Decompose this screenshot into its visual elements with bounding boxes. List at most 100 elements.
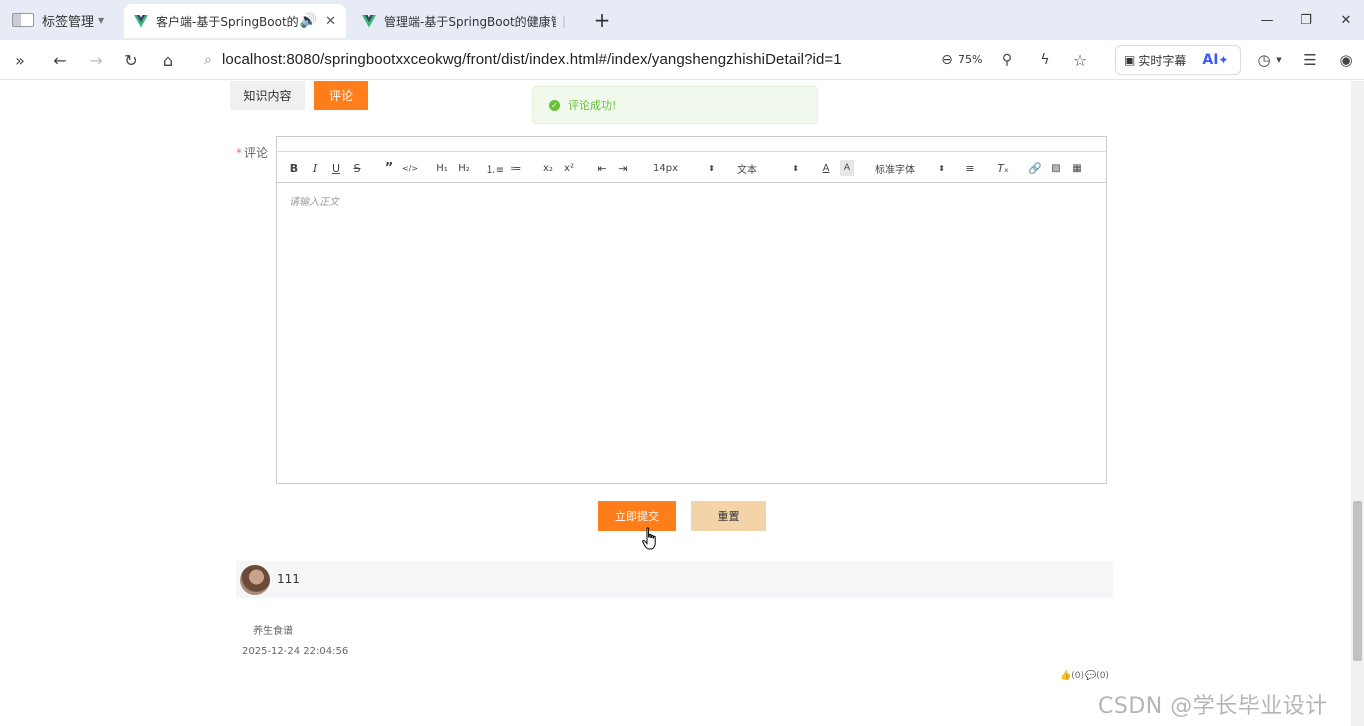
submit-button[interactable]: 立即提交 bbox=[598, 501, 676, 531]
tab-label: 评论 bbox=[328, 89, 353, 103]
bold-icon[interactable]: B bbox=[287, 160, 301, 176]
caption-label: 实时字幕 bbox=[1138, 53, 1187, 68]
browser-toolbar: » ← → ↻ ⌂ ⌕ localhost:8080/springbootxxc… bbox=[0, 40, 1364, 80]
tab-knowledge-content[interactable]: 知识内容 bbox=[230, 81, 305, 110]
ordered-list-icon[interactable]: ⒈≡ bbox=[486, 160, 504, 176]
vue-logo-icon bbox=[362, 14, 376, 27]
background-color-icon[interactable]: A bbox=[840, 160, 854, 176]
h2-icon[interactable]: H₂ bbox=[456, 160, 472, 176]
code-block-icon[interactable]: </> bbox=[402, 160, 418, 176]
search-icon: ⌕ bbox=[204, 52, 212, 68]
reply-count: (0) bbox=[1096, 671, 1109, 681]
paragraph-value: 文本 bbox=[737, 164, 757, 176]
select-arrow-icon: ⬍ bbox=[792, 163, 799, 173]
subscript-icon[interactable]: x₂ bbox=[541, 160, 555, 176]
italic-icon[interactable]: I bbox=[308, 160, 322, 176]
new-tab-button[interactable]: + bbox=[592, 8, 612, 32]
star-icon[interactable]: ☆ bbox=[1069, 49, 1091, 71]
link-icon[interactable]: 🔗 bbox=[1028, 160, 1042, 176]
paragraph-select[interactable]: 文本 ⬍ bbox=[737, 160, 799, 176]
reload-icon[interactable]: ↻ bbox=[120, 49, 142, 71]
comment-item: 111 bbox=[236, 561, 1113, 598]
thumbs-up-icon[interactable]: 👍 bbox=[1060, 671, 1071, 681]
select-arrow-icon: ⬍ bbox=[938, 163, 945, 173]
scroll-thumb[interactable] bbox=[1353, 501, 1362, 661]
reading-list-icon[interactable]: ☰ bbox=[1299, 49, 1321, 71]
zoom-out-icon[interactable]: ⊖ bbox=[936, 49, 958, 71]
speaker-icon[interactable]: 🔊 bbox=[300, 13, 317, 29]
check-circle-icon: ✓ bbox=[549, 99, 560, 111]
lightning-icon[interactable]: ϟ bbox=[1034, 49, 1056, 71]
hand-cursor-icon bbox=[642, 527, 656, 550]
font-size-value: 14px bbox=[653, 162, 678, 174]
tab-label: 知识内容 bbox=[243, 89, 292, 103]
tab-title: 管理端-基于SpringBoot的健康管 bbox=[384, 14, 556, 29]
video-icon[interactable]: ▦ bbox=[1070, 160, 1084, 176]
scrollbar[interactable] bbox=[1351, 81, 1364, 726]
image-icon[interactable]: ▨ bbox=[1049, 160, 1063, 176]
avatar bbox=[240, 565, 270, 595]
editor-placeholder: 请输入正文 bbox=[289, 197, 339, 208]
rich-text-editor: B I U S ” </> H₁ H₂ ⒈≡ ≔ x₂ x² ⇤ ⇥ 14px … bbox=[276, 136, 1107, 484]
font-family-select[interactable]: 标准字体 ⬍ bbox=[875, 160, 945, 176]
comment-stats: 👍 (0) 💬 (0) bbox=[1060, 671, 1109, 681]
browser-tab-client[interactable]: 客户端-基于SpringBoot的 🔊 ✕ bbox=[124, 4, 346, 38]
h1-icon[interactable]: H₁ bbox=[434, 160, 450, 176]
zoom-level[interactable]: 75% bbox=[958, 53, 982, 66]
close-tab-icon[interactable]: ✕ bbox=[325, 14, 336, 29]
comment-category: 养生食谱 bbox=[253, 626, 293, 637]
sparkle-icon: ✦ bbox=[1218, 53, 1229, 67]
chevron-down-icon[interactable]: ▼ bbox=[1268, 49, 1290, 71]
toast-message: 评论成功! bbox=[568, 99, 617, 112]
blockquote-icon[interactable]: ” bbox=[382, 160, 396, 176]
editor-toolbar: B I U S ” </> H₁ H₂ ⒈≡ ≔ x₂ x² ⇤ ⇥ 14px … bbox=[277, 152, 1106, 183]
browser-tab-admin[interactable]: 管理端-基于SpringBoot的健康管 | bbox=[352, 4, 576, 38]
superscript-icon[interactable]: x² bbox=[562, 160, 576, 176]
reply-icon[interactable]: 💬 bbox=[1085, 671, 1096, 681]
comment-text: 111 bbox=[277, 572, 300, 586]
font-family-value: 标准字体 bbox=[875, 164, 915, 176]
like-count: (0) bbox=[1071, 671, 1084, 681]
tab-group-button[interactable]: 标签管理 ▼ bbox=[4, 6, 112, 34]
extension-icon[interactable]: ◉ bbox=[1335, 49, 1357, 71]
bullet-list-icon[interactable]: ≔ bbox=[509, 160, 523, 176]
caption-icon: ▣ bbox=[1124, 53, 1136, 67]
select-arrow-icon: ⬍ bbox=[708, 163, 715, 173]
reset-label: 重置 bbox=[717, 510, 740, 523]
ai-label[interactable]: AI bbox=[1202, 52, 1218, 68]
font-size-select[interactable]: 14px ⬍ bbox=[653, 160, 715, 176]
address-bar[interactable]: localhost:8080/springbootxxceokwg/front/… bbox=[222, 51, 842, 68]
comment-field-label: * 评论 bbox=[236, 144, 268, 161]
indent-icon[interactable]: ⇥ bbox=[616, 160, 630, 176]
live-caption-button[interactable]: ▣ 实时字幕 AI ✦ bbox=[1115, 45, 1241, 75]
required-mark: * bbox=[236, 146, 242, 160]
editor-top-border bbox=[277, 137, 1106, 152]
browser-tab-strip: 标签管理 ▼ 客户端-基于SpringBoot的 🔊 ✕ 管理端-基于Sprin… bbox=[0, 0, 1364, 40]
submit-label: 立即提交 bbox=[615, 510, 659, 523]
restore-button[interactable]: ❐ bbox=[1296, 10, 1316, 30]
editor-content-area[interactable] bbox=[277, 184, 1106, 483]
outdent-icon[interactable]: ⇤ bbox=[595, 160, 609, 176]
vue-logo-icon bbox=[134, 14, 148, 27]
comment-timestamp: 2025-12-24 22:04:56 bbox=[242, 646, 349, 657]
strike-icon[interactable]: S bbox=[350, 160, 364, 176]
comment-label-text: 评论 bbox=[244, 146, 269, 160]
forward-arrow-icon[interactable]: → bbox=[85, 49, 107, 71]
align-icon[interactable]: ≡ bbox=[963, 160, 977, 176]
chevron-down-icon: ▼ bbox=[98, 15, 105, 25]
sidebar-toggle-icon[interactable] bbox=[12, 13, 34, 27]
font-color-icon[interactable]: A bbox=[819, 160, 833, 176]
tab-title: 客户端-基于SpringBoot的 bbox=[156, 14, 298, 29]
minimize-button[interactable]: — bbox=[1257, 10, 1277, 30]
reset-button[interactable]: 重置 bbox=[691, 501, 766, 531]
home-icon[interactable]: ⌂ bbox=[157, 49, 179, 71]
clear-format-icon[interactable]: Tₓ bbox=[996, 160, 1010, 176]
watermark: CSDN @学长毕业设计 bbox=[1098, 694, 1328, 719]
key-icon[interactable]: ⚲ bbox=[996, 49, 1018, 71]
double-chevron-right-icon[interactable]: » bbox=[9, 49, 31, 71]
close-window-button[interactable]: ✕ bbox=[1336, 10, 1356, 30]
tab-separator: | bbox=[561, 14, 566, 28]
underline-icon[interactable]: U bbox=[329, 160, 343, 176]
back-arrow-icon[interactable]: ← bbox=[49, 49, 71, 71]
tab-comments[interactable]: 评论 bbox=[314, 81, 368, 110]
